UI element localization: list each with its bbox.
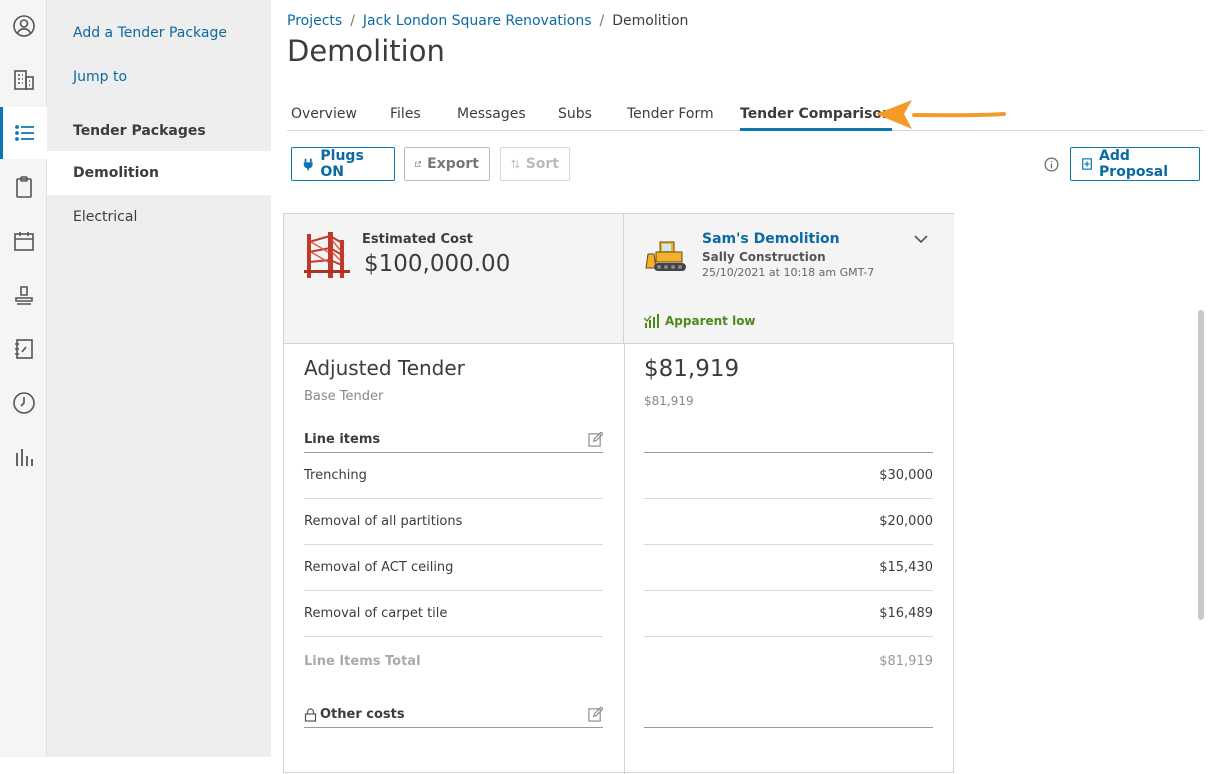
tab-tender-form[interactable]: Tender Form: [627, 106, 714, 131]
estimated-cost-label: Estimated Cost: [362, 232, 473, 247]
edit-icon[interactable]: [588, 432, 603, 447]
line-item-value: $20,000: [644, 499, 933, 545]
export-label: Export: [427, 156, 479, 172]
plugs-on-label: Plugs ON: [320, 148, 364, 180]
info-icon[interactable]: [1044, 157, 1059, 172]
tender-comparison-card: Estimated Cost $100,000.00 Sam's Demolit…: [283, 213, 954, 774]
notebook-icon: [14, 339, 33, 359]
add-tender-package-link[interactable]: Add a Tender Package: [73, 25, 227, 41]
add-document-icon: [1082, 158, 1092, 170]
highlight-arrow-icon: [876, 100, 1006, 129]
sort-icon: [511, 159, 520, 169]
line-items-header-right: [644, 427, 933, 453]
line-item-row: Trenching: [304, 453, 603, 499]
breadcrumb-separator: /: [350, 13, 355, 29]
sort-label: Sort: [525, 156, 559, 172]
breadcrumb-current: Demolition: [612, 13, 689, 29]
line-item-row: Removal of carpet tile: [304, 591, 603, 637]
tab-subs[interactable]: Subs: [558, 106, 592, 131]
line-item-value: $16,489: [644, 591, 933, 637]
page-title: Demolition: [287, 34, 445, 68]
base-tender-label: Base Tender: [304, 389, 384, 404]
bidder-name-link[interactable]: Sam's Demolition: [702, 231, 840, 247]
adjusted-tender-title: Adjusted Tender: [304, 356, 465, 380]
plug-icon: [303, 158, 313, 171]
bridge-icon: [304, 232, 350, 278]
vertical-scrollbar[interactable]: [1198, 310, 1204, 620]
add-proposal-button[interactable]: Add Proposal: [1070, 147, 1200, 181]
profile-nav[interactable]: [0, 0, 47, 52]
bidder-header: Sam's Demolition Sally Construction 25/1…: [624, 214, 954, 344]
tender-sidebar: Add a Tender Package Jump to Tender Pack…: [47, 0, 271, 757]
line-item-value: $15,430: [644, 545, 933, 591]
add-proposal-label: Add Proposal: [1099, 148, 1169, 180]
sidebar-item-electrical[interactable]: Electrical: [47, 195, 271, 239]
other-costs-title: Other costs: [304, 707, 405, 722]
breadcrumb-separator: /: [599, 13, 605, 29]
line-item-row: Removal of all partitions: [304, 499, 603, 545]
notebook-nav[interactable]: [0, 323, 47, 375]
bidder-company: Sally Construction: [702, 250, 826, 264]
breadcrumb-projects[interactable]: Projects: [287, 13, 342, 29]
adjusted-tender-value: $81,919: [644, 356, 740, 382]
export-icon: [415, 161, 422, 167]
stamp-nav[interactable]: [0, 269, 47, 321]
line-items-label: Line items: [304, 432, 381, 447]
tab-overview[interactable]: Overview: [291, 106, 357, 131]
tab-bar: Overview Files Messages Subs Tender Form…: [287, 98, 1204, 131]
clipboard-nav[interactable]: [0, 161, 47, 213]
plugs-on-button[interactable]: Plugs ON: [291, 147, 395, 181]
stamp-icon: [14, 286, 33, 305]
tab-files[interactable]: Files: [390, 106, 421, 131]
apparent-low-label: Apparent low: [665, 314, 756, 328]
line-items-header: Line items: [304, 427, 603, 453]
breadcrumb: Projects / Jack London Square Renovation…: [287, 13, 688, 29]
sort-button[interactable]: Sort: [500, 147, 570, 181]
icon-rail: [0, 0, 47, 757]
tab-tender-comparison[interactable]: Tender Comparison: [740, 106, 893, 131]
calendar-icon: [13, 232, 34, 251]
companies-nav[interactable]: [0, 54, 47, 106]
bar-chart-icon: [15, 449, 33, 466]
other-costs-header: Other costs: [304, 702, 603, 728]
bidder-submitted-date: 25/10/2021 at 10:18 am GMT-7: [702, 266, 875, 279]
line-items-total-label: Line Items Total: [304, 653, 421, 669]
tender-packages-heading: Tender Packages: [73, 123, 206, 139]
clock-nav[interactable]: [0, 377, 47, 429]
chevron-down-icon[interactable]: [914, 234, 928, 244]
reports-nav[interactable]: [0, 431, 47, 483]
export-button[interactable]: Export: [404, 147, 490, 181]
bulldozer-icon: [645, 241, 686, 271]
other-costs-header-right: [644, 702, 933, 728]
list-icon: [15, 125, 34, 141]
signal-bars-icon: [644, 314, 659, 328]
estimate-header: Estimated Cost $100,000.00: [284, 214, 624, 344]
lock-icon: [304, 707, 317, 722]
calendar-nav[interactable]: [0, 215, 47, 267]
other-costs-label: Other costs: [320, 707, 405, 722]
sidebar-item-demolition[interactable]: Demolition: [47, 151, 271, 195]
main-content: Projects / Jack London Square Renovation…: [271, 0, 1215, 774]
breadcrumb-project[interactable]: Jack London Square Renovations: [363, 13, 592, 29]
line-item-row: Removal of ACT ceiling: [304, 545, 603, 591]
clock-icon: [12, 392, 35, 414]
edit-icon[interactable]: [588, 707, 603, 722]
base-tender-value: $81,919: [644, 394, 694, 408]
tender-list-nav[interactable]: [0, 107, 47, 159]
column-divider: [624, 344, 625, 774]
line-item-value: $30,000: [644, 453, 933, 499]
line-items-total-value: $81,919: [879, 653, 933, 669]
clipboard-icon: [15, 176, 32, 198]
jump-to-link[interactable]: Jump to: [73, 69, 127, 85]
tab-messages[interactable]: Messages: [457, 106, 526, 131]
user-circle-icon: [12, 15, 35, 37]
apparent-low-badge: Apparent low: [644, 314, 756, 328]
building-icon: [13, 70, 34, 90]
estimated-cost-value: $100,000.00: [364, 251, 511, 277]
